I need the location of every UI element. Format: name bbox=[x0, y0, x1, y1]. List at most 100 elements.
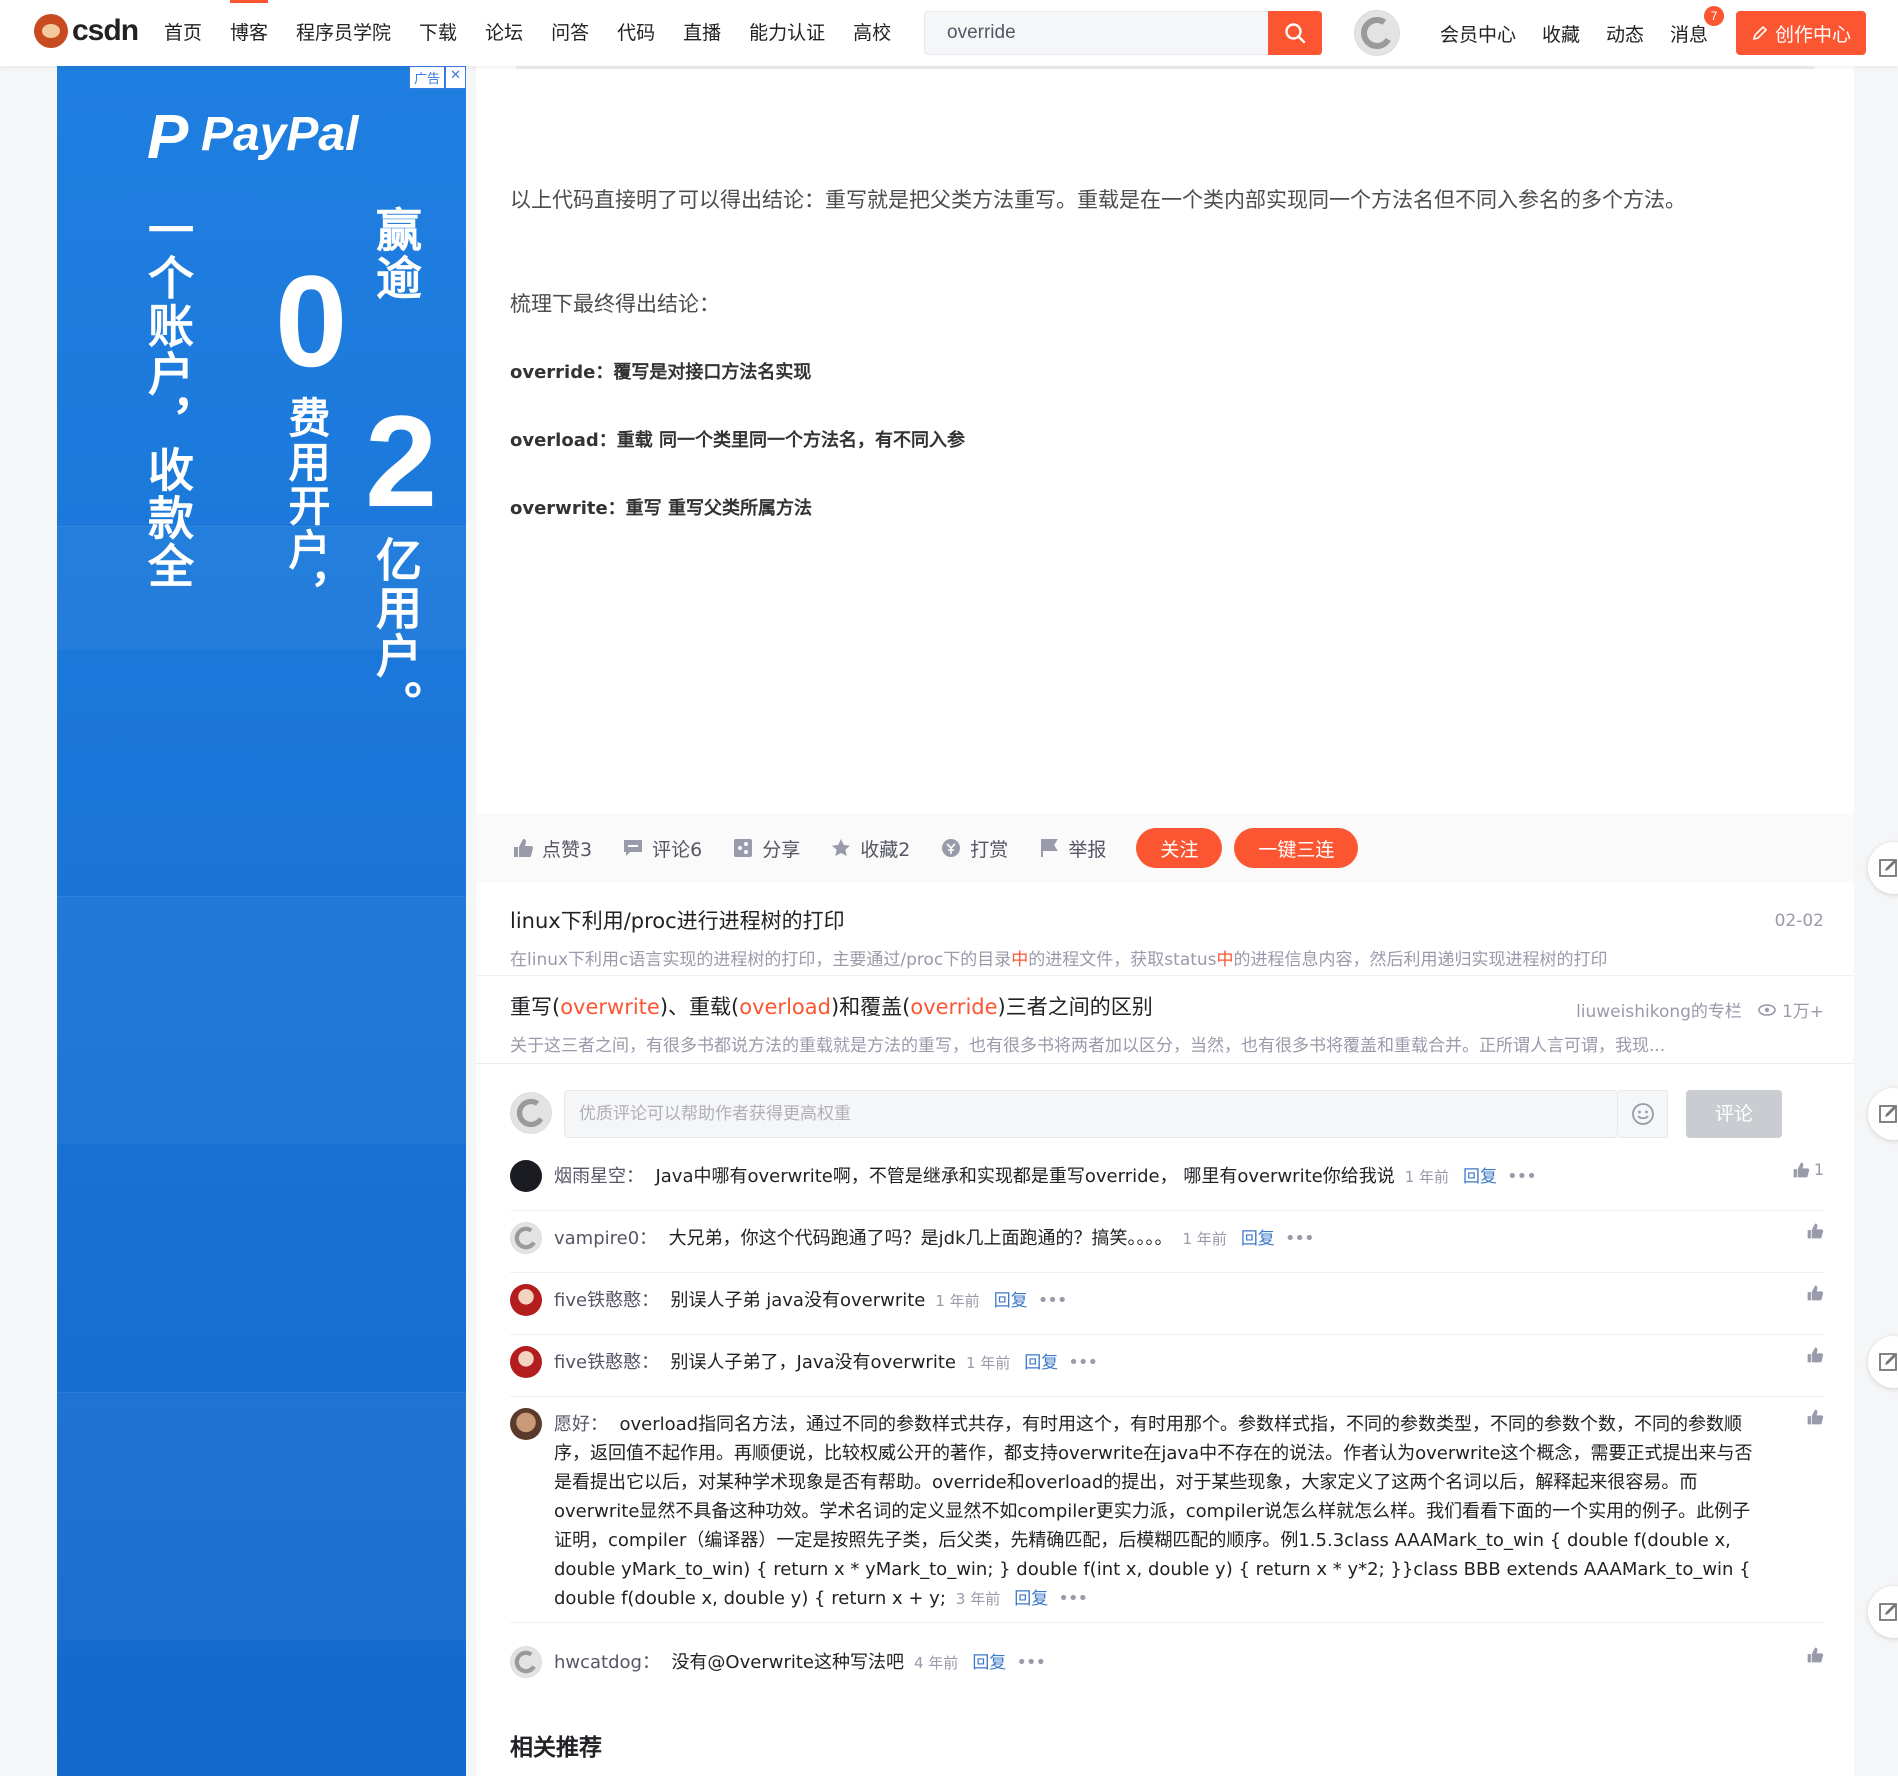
comment-like-button[interactable] bbox=[1806, 1408, 1824, 1426]
reply-link[interactable]: 回复 bbox=[1241, 1229, 1275, 1249]
avatar[interactable] bbox=[510, 1284, 542, 1316]
pen-icon bbox=[1752, 25, 1768, 41]
nav-item-download[interactable]: 下载 bbox=[419, 0, 457, 66]
avatar[interactable] bbox=[510, 1408, 542, 1440]
conclusion-paragraph: 以上代码直接明了可以得出结论：重写就是把父类方法重写。重载是在一个类内部实现同一… bbox=[510, 188, 1686, 212]
reply-link[interactable]: 回复 bbox=[1014, 1589, 1048, 1609]
comment-author[interactable]: hwcatdog： bbox=[554, 1652, 660, 1673]
paypal-ad[interactable]: 广告✕ PayPal 一个账户，收款全 0 费用开户， 赢逾 2 亿用户。 bbox=[57, 66, 466, 1776]
reply-link[interactable]: 回复 bbox=[972, 1653, 1006, 1673]
nav-item-certification[interactable]: 能力认证 bbox=[749, 0, 825, 66]
ad-band bbox=[57, 896, 466, 1144]
nav-item-home[interactable]: 首页 bbox=[164, 0, 202, 66]
rec-author[interactable]: liuweishikong的专栏 bbox=[1576, 997, 1742, 1022]
recommendation-item[interactable]: linux下利用/proc进行进程树的打印 在linux下利用c语言实现的进程树… bbox=[510, 905, 1824, 970]
comment-like-button[interactable] bbox=[1806, 1222, 1824, 1240]
nav-messages[interactable]: 消息 7 bbox=[1670, 5, 1725, 47]
nav-collections[interactable]: 收藏 bbox=[1542, 20, 1580, 47]
comment-input[interactable]: 优质评论可以帮助作者获得更高权重 bbox=[564, 1090, 1618, 1138]
avatar[interactable] bbox=[510, 1346, 542, 1378]
comment-time: 1 年前 bbox=[935, 1292, 980, 1310]
comment-author[interactable]: vampire0： bbox=[554, 1228, 657, 1249]
avatar[interactable] bbox=[510, 1160, 542, 1192]
nav-item-academy[interactable]: 程序员学院 bbox=[296, 0, 391, 66]
more-icon[interactable]: ••• bbox=[1058, 1588, 1088, 1609]
floating-edit-button[interactable] bbox=[1868, 1336, 1898, 1388]
ad-slogan-3-top: 赢逾 bbox=[369, 206, 423, 302]
comment-body: five铁憨憨： 别误人子弟 java没有overwrite 1 年前 回复 ••• bbox=[554, 1286, 1784, 1316]
thumbs-up-icon bbox=[1807, 1223, 1824, 1239]
comment-author[interactable]: five铁憨憨： bbox=[554, 1352, 659, 1373]
floating-edit-button[interactable] bbox=[1868, 1088, 1898, 1140]
recommendation-item[interactable]: 重写(overwrite)、重载(overload)和覆盖(override)三… bbox=[510, 991, 1824, 1056]
reply-link[interactable]: 回复 bbox=[1024, 1353, 1058, 1373]
floating-edit-button[interactable] bbox=[1868, 1586, 1898, 1638]
comment-author[interactable]: 烟雨星空： bbox=[554, 1166, 644, 1187]
divider bbox=[510, 1272, 1824, 1273]
star-icon bbox=[830, 837, 852, 859]
title-part: 重写( bbox=[510, 995, 561, 1019]
avatar[interactable] bbox=[510, 1222, 542, 1254]
flag-icon bbox=[1038, 837, 1060, 859]
reward-button[interactable]: 打赏 bbox=[940, 835, 1008, 862]
follow-button[interactable]: 关注 bbox=[1136, 828, 1223, 868]
nav-item-live[interactable]: 直播 bbox=[683, 0, 721, 66]
avatar[interactable] bbox=[510, 1646, 542, 1678]
nav-item-forum[interactable]: 论坛 bbox=[485, 0, 523, 66]
create-center-button[interactable]: 创作中心 bbox=[1736, 11, 1866, 55]
share-button[interactable]: 分享 bbox=[732, 835, 800, 862]
paypal-brand: PayPal bbox=[201, 107, 359, 161]
share-label: 分享 bbox=[762, 838, 801, 861]
comment-body: vampire0： 大兄弟，你这个代码跑通了吗？是jdk几上面跑通的？搞笑。。。… bbox=[554, 1224, 1784, 1254]
override-definition: override：覆写是对接口方法名实现 bbox=[510, 362, 812, 383]
nav-item-code[interactable]: 代码 bbox=[617, 0, 655, 66]
comment-author[interactable]: 愿好： bbox=[554, 1414, 608, 1435]
comment-time: 1 年前 bbox=[1182, 1230, 1227, 1248]
reply-link[interactable]: 回复 bbox=[1463, 1167, 1497, 1187]
comment-author[interactable]: five铁憨憨： bbox=[554, 1290, 659, 1311]
emoji-button[interactable] bbox=[1618, 1090, 1668, 1138]
report-button[interactable]: 举报 bbox=[1038, 835, 1106, 862]
rec-meta: liuweishikong的专栏 1万+ bbox=[1576, 997, 1824, 1022]
comment-like-button[interactable] bbox=[1806, 1646, 1824, 1664]
comment-like-button[interactable]: 1 bbox=[1792, 1160, 1824, 1179]
eye-icon bbox=[1758, 1003, 1776, 1016]
comment-button[interactable]: 评论6 bbox=[622, 835, 702, 862]
csdn-logo[interactable]: csdn bbox=[34, 14, 139, 48]
nav-activity[interactable]: 动态 bbox=[1606, 20, 1644, 47]
floating-edit-button[interactable] bbox=[1868, 842, 1898, 894]
comment-like-button[interactable] bbox=[1806, 1346, 1824, 1364]
close-icon[interactable]: ✕ bbox=[445, 66, 466, 89]
comments-section: 优质评论可以帮助作者获得更高权重 评论 烟雨星空： Java中哪有overwri… bbox=[476, 1063, 1854, 1738]
rec-title[interactable]: linux下利用/proc进行进程树的打印 bbox=[510, 905, 1824, 935]
triple-action-button[interactable]: 一键三连 bbox=[1234, 828, 1359, 868]
reply-link[interactable]: 回复 bbox=[994, 1291, 1028, 1311]
divider bbox=[510, 1210, 1824, 1211]
nav-item-university[interactable]: 高校 bbox=[853, 0, 891, 66]
ad-band bbox=[57, 1392, 466, 1640]
title-part: )三者之间的区别 bbox=[997, 995, 1153, 1019]
more-icon[interactable]: ••• bbox=[1016, 1652, 1046, 1673]
nav-member-center[interactable]: 会员中心 bbox=[1440, 20, 1516, 47]
search-box bbox=[924, 11, 1322, 55]
more-icon[interactable]: ••• bbox=[1285, 1228, 1315, 1249]
related-recommendations: 相关推荐 bbox=[476, 1710, 1854, 1776]
desc-part: 的进程文件，获取status bbox=[1028, 950, 1217, 970]
article-toolbar: 点赞3 评论6 分享 收藏2 打赏 举报 关注 一键三连 bbox=[476, 813, 1854, 883]
title-highlight: override bbox=[910, 995, 998, 1019]
like-button[interactable]: 点赞3 bbox=[512, 835, 592, 862]
search-button[interactable] bbox=[1268, 11, 1322, 55]
collect-button[interactable]: 收藏2 bbox=[830, 835, 910, 862]
ad-close-tag[interactable]: 广告 ✕ bbox=[409, 66, 466, 89]
search-input[interactable] bbox=[925, 12, 1321, 54]
more-icon[interactable]: ••• bbox=[1038, 1290, 1068, 1311]
user-avatar[interactable] bbox=[1354, 10, 1400, 56]
comment-submit-button[interactable]: 评论 bbox=[1686, 1090, 1782, 1138]
more-icon[interactable]: ••• bbox=[1068, 1352, 1098, 1373]
related-title: 相关推荐 bbox=[510, 1735, 602, 1761]
more-icon[interactable]: ••• bbox=[1507, 1166, 1537, 1187]
nav-item-blog[interactable]: 博客 bbox=[230, 0, 269, 66]
nav-item-qa[interactable]: 问答 bbox=[551, 0, 589, 66]
comment-text: Java中哪有overwrite啊，不管是继承和实现都是重写override， … bbox=[655, 1166, 1395, 1187]
comment-like-button[interactable] bbox=[1806, 1284, 1824, 1302]
